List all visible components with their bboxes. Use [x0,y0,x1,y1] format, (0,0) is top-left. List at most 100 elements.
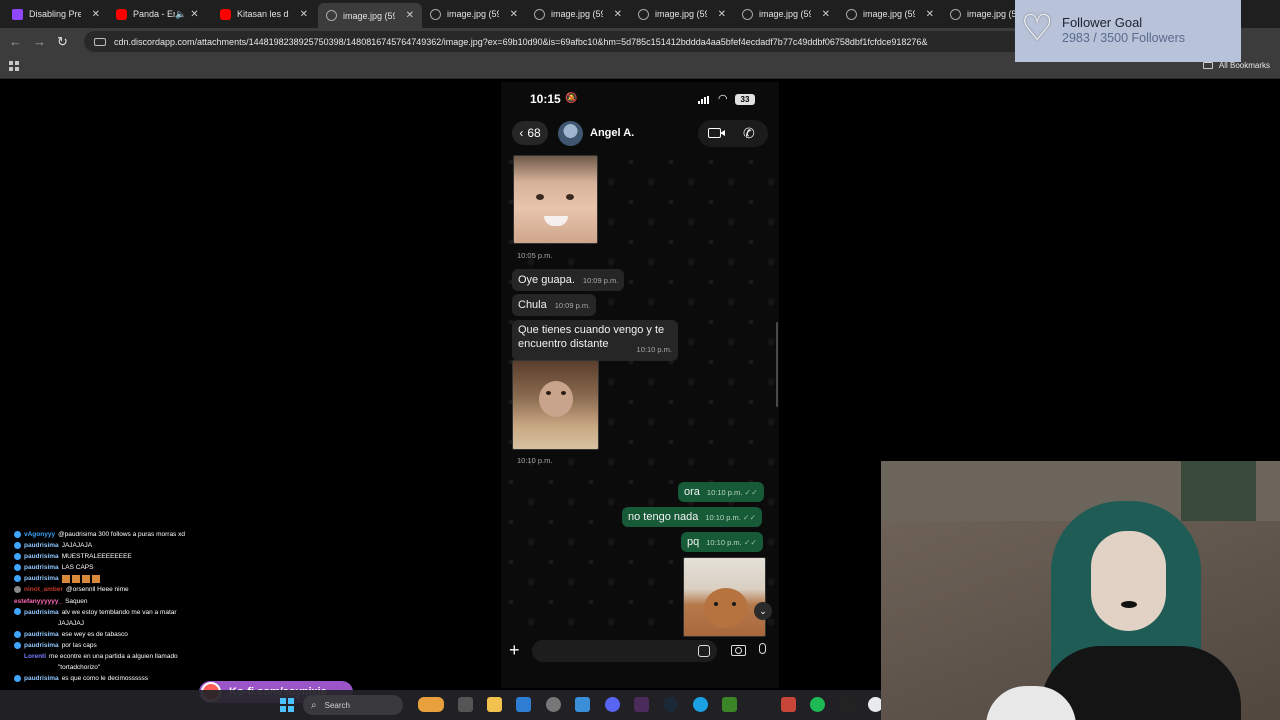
silent-bell-icon: 🔕 [565,93,578,104]
close-tab-icon[interactable]: ✕ [822,9,830,20]
close-tab-icon[interactable]: ✕ [406,10,414,21]
reload-icon[interactable]: ↻ [57,34,68,50]
scrollbar-thumb[interactable] [776,322,778,407]
close-tab-icon[interactable]: ✕ [300,9,308,20]
chat-message: paudrisima JAJAJAJA [14,540,224,551]
windows-start-icon[interactable] [280,698,294,712]
url-text: cdn.discordapp.com/attachments/144819823… [114,36,928,47]
globe-icon [326,10,337,21]
browser-tab[interactable]: image.jpg (591 ✕ [630,4,734,24]
contact-name[interactable]: Angel A. [590,127,634,139]
task-view-icon[interactable] [458,697,473,712]
browser-tab[interactable]: image.jpg (591 ✕ [734,4,838,24]
browser-tab[interactable]: Kitasan les da la ✕ [212,4,316,24]
chat-message: ninot_amber @orsennll Heee nime [14,584,224,595]
youtube-icon [220,8,231,20]
incoming-message[interactable]: Chula 10:09 p.m. [512,294,597,316]
close-tab-icon[interactable]: ✕ [718,9,726,20]
stream-chat: vAgonyyy @paudrisima 300 follows a puras … [14,529,224,689]
back-icon[interactable]: ← [9,34,22,49]
github-icon[interactable] [546,697,561,712]
badge-icon [14,675,21,682]
phone-screenshot: 10:15 🔕 ◠ 33 ‹ 68 Angel A. ✆ 10:05 p.m. … [501,82,779,688]
follower-goal-widget: ♡ Follower Goal 2983 / 3500 Followers [1015,0,1241,62]
sticker-icon[interactable] [698,645,710,657]
globe-icon [846,8,857,20]
plus-icon[interactable]: + [509,640,520,661]
close-tab-icon[interactable]: ✕ [190,9,198,20]
file-explorer-icon[interactable] [487,697,502,712]
back-button[interactable]: ‹ 68 [512,121,548,145]
chat-message: "tortadchorizo" [58,664,101,672]
discord-icon[interactable] [605,697,620,712]
chat-message: JAJAJAJ [58,619,85,627]
obs-icon[interactable] [840,697,855,712]
forward-icon[interactable]: → [33,34,46,49]
steam-icon[interactable] [663,697,678,712]
battery-icon: 33 [735,94,755,105]
minecraft-icon[interactable] [722,697,737,712]
chevron-left-icon: ‹ [519,126,524,140]
browser-tab[interactable]: image.jpg (591 ✕ [526,4,630,24]
premiere-icon[interactable] [634,697,649,712]
chat-message: paudrisima ese wey es de tabasco [14,629,224,640]
message-time: 10:10 p.m. [517,456,553,465]
close-tab-icon[interactable]: ✕ [92,9,100,20]
browser-tab-active[interactable]: image.jpg (591 ✕ [318,3,422,28]
speaker-icon[interactable]: 🔈 [175,9,186,20]
browser-tab[interactable]: image.jpg (591 [942,4,1016,24]
incoming-message[interactable]: Que tienes cuando vengo y te encuentro d… [512,320,678,361]
chat-message: paudrisima alv we estoy temblando me van … [14,607,224,618]
spotify-icon[interactable] [810,697,825,712]
unread-count: 68 [527,126,541,140]
browser-tab[interactable]: image.jpg (591 ✕ [838,4,942,24]
status-time: 10:15 [530,92,561,106]
emote-icon [61,574,102,583]
image-message[interactable] [683,557,766,637]
camera-icon[interactable] [731,645,746,656]
chat-message: paudrisima MUESTRALEEEEEEEE [14,551,224,562]
browser-tab[interactable]: image.jpg (591 ✕ [422,4,526,24]
outgoing-message[interactable]: no tengo nada 10:10 p.m. ✓✓ [622,507,763,527]
all-bookmarks-button[interactable]: All Bookmarks [1202,61,1270,70]
video-call-icon[interactable] [708,128,725,138]
browser-tab[interactable]: Panda - Enf 🔈 ✕ [108,4,212,24]
read-ticks-icon: ✓✓ [744,488,758,497]
chat-message: vAgonyyy @paudrisima 300 follows a puras … [14,529,224,540]
outgoing-message[interactable]: ora 10:10 p.m. ✓✓ [678,482,764,502]
close-tab-icon[interactable]: ✕ [510,9,518,20]
incoming-message[interactable]: Oye guapa. 10:09 p.m. [512,269,625,291]
close-tab-icon[interactable]: ✕ [614,9,622,20]
photos-icon[interactable] [575,697,590,712]
widget-icon[interactable] [418,697,444,712]
edge-icon[interactable] [693,697,708,712]
globe-icon [534,8,545,20]
apps-grid-icon[interactable] [9,61,19,71]
phone-status-bar: 10:15 🔕 ◠ 33 [501,90,779,110]
outgoing-message[interactable]: pq 10:10 p.m. ✓✓ [681,532,764,552]
store-icon[interactable] [516,697,531,712]
globe-icon [950,8,961,20]
chat-message: paudrisima por las caps [14,640,224,651]
close-tab-icon[interactable]: ✕ [926,9,934,20]
badge-icon [14,530,21,538]
contact-avatar[interactable] [558,121,583,146]
image-message[interactable] [512,360,599,450]
phone-call-icon[interactable]: ✆ [743,125,755,142]
game-icon[interactable] [781,697,796,712]
globe-icon [430,8,441,20]
site-info-icon[interactable] [94,37,106,46]
taskbar-search[interactable]: ⌕ Search [303,695,403,715]
youtube-icon [116,8,127,20]
message-input[interactable] [532,640,717,662]
scroll-down-button[interactable]: ⌄ [754,602,772,620]
badge-icon [14,641,21,649]
image-message[interactable] [513,155,598,244]
message-time: 10:05 p.m. [517,251,553,260]
browser-tab[interactable]: Disabling Prero ✕ [4,4,108,24]
chat-message: paudrisima es que como le decimossssss [14,673,224,684]
search-icon: ⌕ [311,699,317,711]
chat-message: paudrisima [14,573,224,584]
microphone-icon[interactable] [759,643,766,654]
badge-icon [14,541,21,549]
